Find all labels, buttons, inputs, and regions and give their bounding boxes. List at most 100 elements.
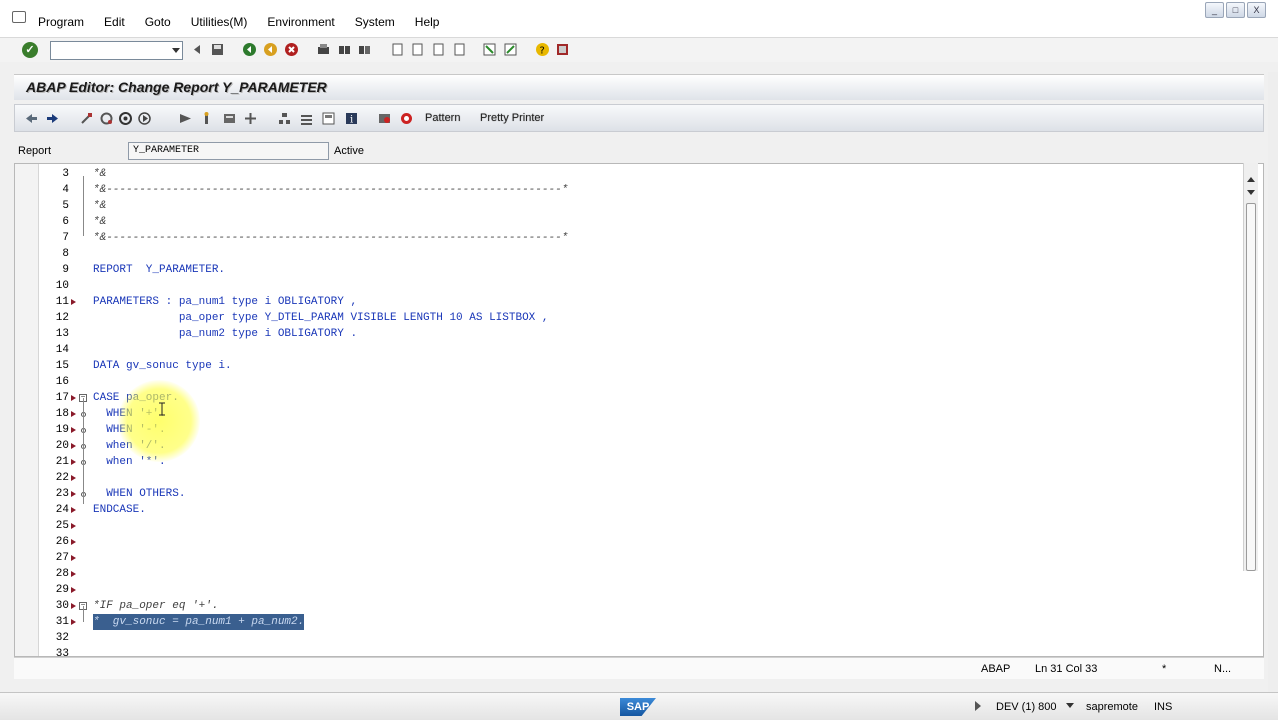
find-next-icon[interactable] xyxy=(357,42,372,57)
editor-status-bar: ABAP Ln 31 Col 33 * N... xyxy=(14,657,1264,679)
code-line[interactable]: 23 WHEN OTHERS. xyxy=(39,486,1239,502)
insert-icon[interactable] xyxy=(299,111,314,126)
info-icon[interactable]: i xyxy=(344,111,359,126)
scroll-up-icon[interactable] xyxy=(1247,177,1255,182)
code-line[interactable]: 6 *& xyxy=(39,214,1239,230)
command-field[interactable] xyxy=(50,41,183,60)
navigation-window-icon[interactable] xyxy=(243,111,258,126)
code-line[interactable]: 26 xyxy=(39,534,1239,550)
standard-toolbar: ✓ ? xyxy=(0,38,1278,62)
breakpoint-icon[interactable] xyxy=(377,111,392,126)
editor-scrollbar[interactable] xyxy=(1243,163,1258,571)
print-icon[interactable] xyxy=(316,42,331,57)
block-guide-line xyxy=(83,606,84,622)
code-line[interactable]: 9 REPORT Y_PARAMETER. xyxy=(39,262,1239,278)
code-line[interactable]: 14 xyxy=(39,342,1239,358)
code-line[interactable]: 13 pa_num2 type i OBLIGATORY . xyxy=(39,326,1239,342)
command-input[interactable] xyxy=(51,42,166,59)
back-arrow-icon[interactable] xyxy=(24,111,39,126)
code-line[interactable]: 16 xyxy=(39,374,1239,390)
object-list-icon[interactable] xyxy=(199,111,214,126)
code-line[interactable]: 7 *&-------------------------------------… xyxy=(39,230,1239,246)
system-info: DEV (1) 800 xyxy=(996,701,1057,713)
external-breakpoint-icon[interactable] xyxy=(399,111,414,126)
pattern-button[interactable]: Pattern xyxy=(425,112,460,124)
code-line[interactable]: 20 when '/'. xyxy=(39,438,1239,454)
help-icon[interactable]: ? xyxy=(535,42,550,57)
back-arrow-icon[interactable] xyxy=(190,42,205,57)
previous-page-icon[interactable] xyxy=(410,42,425,57)
code-line[interactable]: 27 xyxy=(39,550,1239,566)
display-object-list-icon[interactable] xyxy=(222,111,237,126)
triangle-right-icon[interactable] xyxy=(975,701,981,711)
new-session-icon[interactable] xyxy=(482,42,497,57)
next-page-icon[interactable] xyxy=(431,42,446,57)
text-cursor-icon xyxy=(159,402,165,416)
code-line[interactable]: 31 * gv_sonuc = pa_num1 + pa_num2. xyxy=(39,614,1239,630)
enter-check-icon[interactable]: ✓ xyxy=(22,42,38,58)
code-line[interactable]: 11 PARAMETERS : pa_num1 type i OBLIGATORY… xyxy=(39,294,1239,310)
code-line[interactable]: 30−*IF pa_oper eq '+'. xyxy=(39,598,1239,614)
code-line[interactable]: 15 DATA gv_sonuc type i. xyxy=(39,358,1239,374)
breakpoint-marker-icon xyxy=(71,491,76,497)
code-line[interactable]: 24 ENDCASE. xyxy=(39,502,1239,518)
hierarchy-icon[interactable] xyxy=(277,111,292,126)
server-name: sapremote xyxy=(1086,701,1138,713)
back-icon[interactable] xyxy=(242,42,257,57)
window-scrollbar[interactable] xyxy=(1268,72,1278,712)
menu-goto[interactable]: Goto xyxy=(145,15,171,29)
scrollbar-thumb[interactable] xyxy=(1246,203,1256,571)
code-line[interactable]: 19 WHEN '-'. xyxy=(39,422,1239,438)
menu-edit[interactable]: Edit xyxy=(104,15,125,29)
first-page-icon[interactable] xyxy=(390,42,405,57)
code-line[interactable]: 4 *&-------------------------------------… xyxy=(39,182,1239,198)
menu-program[interactable]: Program xyxy=(38,15,84,29)
code-line[interactable]: 3 *& xyxy=(39,166,1239,182)
code-line[interactable]: 25 xyxy=(39,518,1239,534)
save-icon[interactable] xyxy=(210,42,225,57)
code-line[interactable]: 33 xyxy=(39,646,1239,656)
cancel-icon[interactable] xyxy=(284,42,299,57)
code-line[interactable]: 17−CASE pa_oper. xyxy=(39,390,1239,406)
chevron-down-icon[interactable] xyxy=(1066,703,1074,708)
menu-utilities[interactable]: Utilities(M) xyxy=(191,15,248,29)
forward-arrow-icon[interactable] xyxy=(45,111,60,126)
code-line[interactable]: 22 xyxy=(39,470,1239,486)
menu-environment[interactable]: Environment xyxy=(267,15,334,29)
menu-system[interactable]: System xyxy=(355,15,395,29)
code-line[interactable]: 21 when '*'. xyxy=(39,454,1239,470)
check-syntax-icon[interactable] xyxy=(99,111,114,126)
minimize-button[interactable]: _ xyxy=(1205,2,1224,18)
display-change-icon[interactable] xyxy=(79,111,94,126)
window-menu-icon[interactable] xyxy=(12,11,26,23)
chevron-down-icon[interactable] xyxy=(172,48,180,53)
pretty-printer-button[interactable]: Pretty Printer xyxy=(480,112,544,124)
where-used-icon[interactable] xyxy=(178,111,193,126)
code-line[interactable]: 28 xyxy=(39,566,1239,582)
last-page-icon[interactable] xyxy=(452,42,467,57)
breakpoint-marker-icon xyxy=(71,299,76,305)
code-line[interactable]: 5 *& xyxy=(39,198,1239,214)
page-title: ABAP Editor: Change Report Y_PARAMETER xyxy=(26,79,327,95)
customize-layout-icon[interactable] xyxy=(555,42,570,57)
more-indicator: N... xyxy=(1214,663,1232,675)
find-icon[interactable] xyxy=(337,42,352,57)
code-line[interactable]: 18 WHEN '+'. xyxy=(39,406,1239,422)
maximize-button[interactable]: □ xyxy=(1226,2,1245,18)
code-line[interactable]: 10 xyxy=(39,278,1239,294)
shortcut-icon[interactable] xyxy=(503,42,518,57)
test-icon[interactable] xyxy=(137,111,152,126)
code-line[interactable]: 8 xyxy=(39,246,1239,262)
activate-icon[interactable] xyxy=(118,111,133,126)
menu-help[interactable]: Help xyxy=(415,15,440,29)
scroll-down-icon[interactable] xyxy=(1247,190,1255,195)
exit-icon[interactable] xyxy=(263,42,278,57)
report-name-field[interactable]: Y_PARAMETER xyxy=(128,142,329,160)
enhance-icon[interactable] xyxy=(321,111,336,126)
code-line[interactable]: 29 xyxy=(39,582,1239,598)
close-button[interactable]: X xyxy=(1247,2,1266,18)
code-editor[interactable]: 3 *& 4 *&---------------------------------… xyxy=(14,163,1264,657)
window-controls: _ □ X xyxy=(1203,2,1266,18)
code-line[interactable]: 12 pa_oper type Y_DTEL_PARAM VISIBLE LEN… xyxy=(39,310,1239,326)
code-line[interactable]: 32 xyxy=(39,630,1239,646)
